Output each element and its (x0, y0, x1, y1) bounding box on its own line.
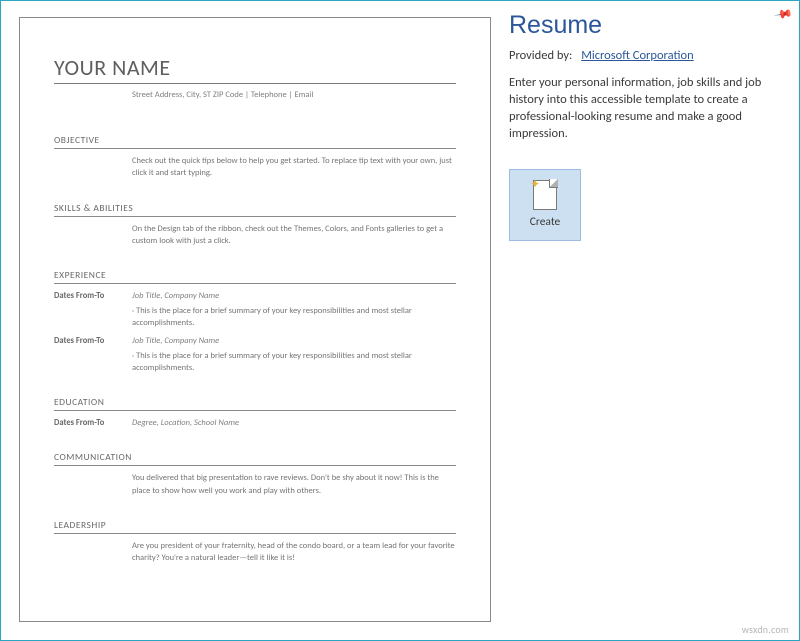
template-description: Enter your personal information, job ski… (509, 75, 769, 143)
experience-dates: Dates From-To (54, 290, 132, 329)
section-heading: EXPERIENCE (54, 269, 456, 284)
section-heading: OBJECTIVE (54, 134, 456, 149)
section-leadership: LEADERSHIP Are you president of your fra… (54, 519, 456, 565)
create-button-label: Create (530, 215, 561, 229)
section-body: Check out the quick tips below to help y… (132, 155, 456, 180)
section-heading: COMMUNICATION (54, 451, 456, 466)
section-communication: COMMUNICATION You delivered that big pre… (54, 451, 456, 497)
experience-entry: Dates From-To Job Title, Company Name · … (54, 290, 456, 329)
new-document-icon: ✦ (533, 180, 557, 210)
resume-name-heading: YOUR NAME (54, 54, 456, 84)
section-heading: EDUCATION (54, 396, 456, 411)
template-preview-area: YOUR NAME Street Address, City, ST ZIP C… (1, 1, 501, 640)
resume-contact-line: Street Address, City, ST ZIP Code | Tele… (54, 90, 456, 100)
education-dates: Dates From-To (54, 417, 132, 429)
section-body: Are you president of your fraternity, he… (132, 540, 456, 565)
education-entry: Dates From-To Degree, Location, School N… (54, 417, 456, 429)
section-objective: OBJECTIVE Check out the quick tips below… (54, 134, 456, 180)
create-button[interactable]: ✦ Create (509, 169, 581, 241)
section-heading: LEADERSHIP (54, 519, 456, 534)
experience-dates: Dates From-To (54, 335, 132, 374)
document-page: YOUR NAME Street Address, City, ST ZIP C… (19, 17, 491, 622)
provided-by-line: Provided by: Microsoft Corporation (509, 48, 781, 63)
provider-link[interactable]: Microsoft Corporation (581, 48, 693, 63)
education-line: Degree, Location, School Name (132, 418, 239, 428)
watermark: wsxdn.com (742, 623, 789, 636)
section-experience: EXPERIENCE Dates From-To Job Title, Comp… (54, 269, 456, 374)
experience-desc: · This is the place for a brief summary … (132, 350, 456, 375)
section-skills: SKILLS & ABILITIES On the Design tab of … (54, 202, 456, 248)
experience-entry: Dates From-To Job Title, Company Name · … (54, 335, 456, 374)
section-heading: SKILLS & ABILITIES (54, 202, 456, 217)
section-education: EDUCATION Dates From-To Degree, Location… (54, 396, 456, 429)
template-title: Resume (509, 11, 781, 40)
provided-by-label: Provided by: (509, 48, 572, 63)
section-body: On the Design tab of the ribbon, check o… (132, 223, 456, 248)
section-body: You delivered that big presentation to r… (132, 472, 456, 497)
experience-desc: · This is the place for a brief summary … (132, 305, 456, 330)
experience-title-line: Job Title, Company Name (132, 335, 456, 347)
experience-title-line: Job Title, Company Name (132, 290, 456, 302)
template-info-pane: 📌 Resume Provided by: Microsoft Corporat… (501, 1, 799, 640)
